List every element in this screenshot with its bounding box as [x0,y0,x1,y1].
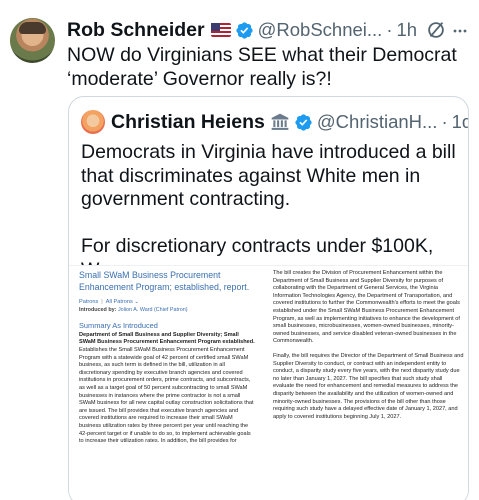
quoted-author-name: Christian Heiens [111,110,265,133]
quoted-timestamp: 1d [451,111,468,132]
author-handle[interactable]: @RobSchnei... [258,19,383,41]
tweet-header: Rob Schneider @RobSchnei... · 1h [67,18,473,42]
quoted-author-avatar [81,110,105,134]
document-paragraph-disparity-study: Finally, the bill requires the Director … [273,352,464,420]
attached-document-image[interactable]: Small SWaM Business Procurement Enhancem… [69,265,468,500]
us-flag-icon [210,23,231,37]
document-introduced-by: Introduced by: Jolion A. Ward (Chief Pat… [79,306,188,313]
separator-dot: · [386,19,393,40]
quoted-author-handle: @ChristianH... [316,111,438,132]
quoted-separator-dot: · [441,111,448,132]
author-name[interactable]: Rob Schneider [67,19,205,42]
quoted-tweet-header: Christian Heiens @ChristianH... · 1d [81,109,468,135]
verified-badge-icon[interactable] [235,21,254,40]
document-right-column: The bill creates the Division of Procure… [273,270,465,428]
summary-heading: Summary As Introduced [79,321,158,331]
quoted-text-paragraph-1: Democrats in Virginia have introduced a … [81,141,456,210]
tweet-text: NOW do Virginians SEE what their Democra… [67,44,457,90]
document-paragraph-division: The bill creates the Division of Procure… [273,270,460,345]
quoted-tweet-text: Democrats in Virginia have introduced a … [81,141,456,282]
more-options-icon[interactable] [449,20,471,42]
document-left-column: Small SWaM Business Procurement Enhancem… [79,270,255,446]
quoted-tweet[interactable]: Christian Heiens @ChristianH... · 1d Dem… [68,96,469,500]
document-title: Small SWaM Business Procurement Enhancem… [79,270,250,292]
tweet-timestamp[interactable]: 1h [397,19,418,41]
summary-body: Department of Small Business and Supplie… [79,331,255,445]
government-building-icon [270,112,290,132]
patrons-label: Patrons [79,299,99,305]
quoted-verified-badge-icon [294,113,313,132]
document-patrons: Patrons | All Patrons ⌄ [79,299,140,305]
hidden-reply-icon [425,19,447,41]
author-avatar[interactable] [10,18,55,63]
chevron-down-icon: ⌄ [134,299,140,305]
all-patrons-link: All Patrons [105,299,133,305]
